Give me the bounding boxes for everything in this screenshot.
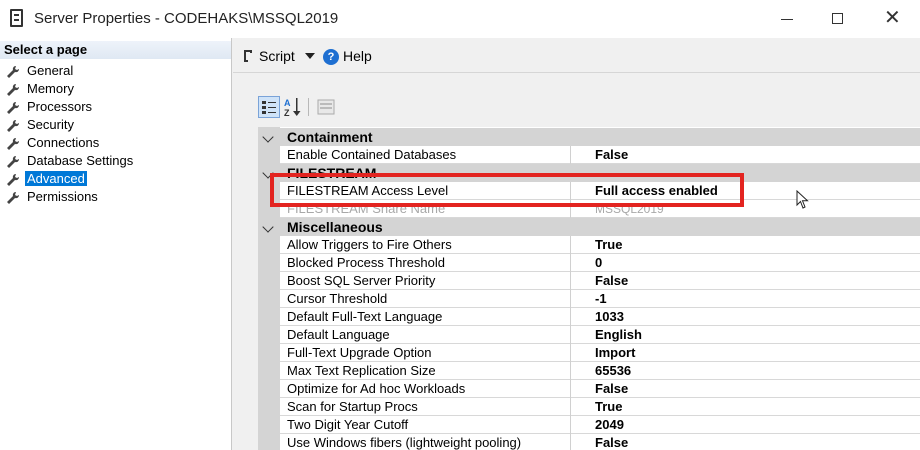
property-row[interactable]: Max Text Replication Size 65536 xyxy=(280,362,920,380)
alphabetical-button[interactable]: A Z xyxy=(282,96,304,118)
minimize-icon xyxy=(781,19,793,20)
page-label: Database Settings xyxy=(27,153,134,168)
svg-text:A: A xyxy=(284,98,291,108)
chevron-down-icon[interactable] xyxy=(304,53,315,59)
wrench-icon xyxy=(7,101,20,114)
help-icon: ? xyxy=(323,49,339,65)
property-name: Allow Triggers to Fire Others xyxy=(287,237,452,252)
maximize-button[interactable] xyxy=(815,0,861,38)
property-value[interactable]: 2049 xyxy=(570,416,920,434)
category-containment[interactable]: Containment xyxy=(262,128,920,146)
property-value[interactable]: False xyxy=(570,272,920,290)
page-memory[interactable]: Memory xyxy=(6,80,76,98)
property-value[interactable]: 1033 xyxy=(570,308,920,326)
svg-text:Z: Z xyxy=(284,108,290,118)
property-row[interactable]: Use Windows fibers (lightweight pooling)… xyxy=(280,434,920,450)
page-processors[interactable]: Processors xyxy=(6,98,94,116)
categorized-icon xyxy=(262,101,276,114)
property-row[interactable]: Default Language English xyxy=(280,326,920,344)
select-page-header: Select a page xyxy=(0,41,231,59)
wrench-icon xyxy=(7,83,20,96)
property-name: Cursor Threshold xyxy=(287,291,388,306)
page-connections[interactable]: Connections xyxy=(6,134,101,152)
property-row[interactable]: Scan for Startup Procs True xyxy=(280,398,920,416)
page-permissions[interactable]: Permissions xyxy=(6,188,100,206)
wrench-icon xyxy=(7,65,20,78)
page-label: Memory xyxy=(27,81,74,96)
property-value[interactable]: English xyxy=(570,326,920,344)
property-row[interactable]: Boost SQL Server Priority False xyxy=(280,272,920,290)
property-value[interactable]: False xyxy=(570,434,920,450)
property-name: Boost SQL Server Priority xyxy=(287,273,436,288)
wrench-icon xyxy=(7,155,20,168)
category-miscellaneous[interactable]: Miscellaneous xyxy=(262,218,920,236)
property-row[interactable]: Full-Text Upgrade Option Import xyxy=(280,344,920,362)
property-row[interactable]: Optimize for Ad hoc Workloads False xyxy=(280,380,920,398)
property-name: Use Windows fibers (lightweight pooling) xyxy=(287,435,522,450)
property-value[interactable]: 65536 xyxy=(570,362,920,380)
page-database-settings[interactable]: Database Settings xyxy=(6,152,135,170)
category-label: Miscellaneous xyxy=(287,219,383,235)
highlight-box xyxy=(270,173,744,207)
wrench-icon xyxy=(7,173,20,186)
property-value[interactable]: Import xyxy=(570,344,920,362)
property-row[interactable]: Blocked Process Threshold 0 xyxy=(280,254,920,272)
categorized-button[interactable] xyxy=(258,96,280,118)
wrench-icon xyxy=(7,137,20,150)
wrench-icon xyxy=(7,191,20,204)
page-label: Advanced xyxy=(25,171,87,186)
property-value[interactable]: True xyxy=(570,236,920,254)
property-name: Blocked Process Threshold xyxy=(287,255,446,270)
page-label: Connections xyxy=(27,135,100,150)
property-row[interactable]: Two Digit Year Cutoff 2049 xyxy=(280,416,920,434)
minimize-button[interactable] xyxy=(764,0,810,38)
sort-alpha-icon: A Z xyxy=(284,98,301,118)
script-button[interactable]: Script xyxy=(242,47,315,65)
page-label: Security xyxy=(27,117,74,132)
property-row[interactable]: Cursor Threshold -1 xyxy=(280,290,920,308)
property-name: Default Full-Text Language xyxy=(287,309,443,324)
page-label: Permissions xyxy=(27,189,98,204)
page-general[interactable]: General xyxy=(6,62,75,80)
property-name: Two Digit Year Cutoff xyxy=(287,417,409,432)
page-label: Processors xyxy=(27,99,93,114)
page-advanced[interactable]: Advanced xyxy=(6,170,87,188)
server-icon xyxy=(10,9,23,27)
property-value[interactable]: False xyxy=(570,146,920,164)
page-selector-panel: Select a page General Memory Processors … xyxy=(0,38,232,450)
property-name: Full-Text Upgrade Option xyxy=(287,345,432,360)
help-button[interactable]: ? Help xyxy=(323,47,372,65)
property-name: Scan for Startup Procs xyxy=(287,399,418,414)
property-value[interactable]: False xyxy=(570,380,920,398)
script-label: Script xyxy=(259,48,295,64)
cursor-icon xyxy=(796,190,809,209)
property-name: Max Text Replication Size xyxy=(287,363,436,378)
property-name: Optimize for Ad hoc Workloads xyxy=(287,381,466,396)
property-name: Enable Contained Databases xyxy=(287,147,457,162)
property-value[interactable]: True xyxy=(570,398,920,416)
title-bar: Server Properties - CODEHAKS\MSSQL2019 ✕ xyxy=(0,0,920,38)
close-icon: ✕ xyxy=(884,7,901,29)
wrench-icon xyxy=(7,119,20,132)
close-button[interactable]: ✕ xyxy=(870,0,916,38)
property-name: Default Language xyxy=(287,327,390,342)
property-row[interactable]: Allow Triggers to Fire Others True xyxy=(280,236,920,254)
property-row[interactable]: Enable Contained Databases False xyxy=(280,146,920,164)
maximize-icon xyxy=(832,13,843,24)
property-pages-icon xyxy=(317,99,335,115)
toolbar-divider xyxy=(308,98,309,116)
page-label: General xyxy=(27,63,74,78)
toolbar: Script ? Help xyxy=(233,38,920,72)
property-pages-button[interactable] xyxy=(315,96,337,118)
category-label: Containment xyxy=(287,129,373,145)
toolbar-separator xyxy=(233,72,920,73)
help-label: Help xyxy=(343,48,372,64)
window-title: Server Properties - CODEHAKS\MSSQL2019 xyxy=(34,10,339,27)
property-row[interactable]: Default Full-Text Language 1033 xyxy=(280,308,920,326)
property-value[interactable]: 0 xyxy=(570,254,920,272)
property-value[interactable]: -1 xyxy=(570,290,920,308)
script-icon xyxy=(244,50,252,62)
page-security[interactable]: Security xyxy=(6,116,76,134)
